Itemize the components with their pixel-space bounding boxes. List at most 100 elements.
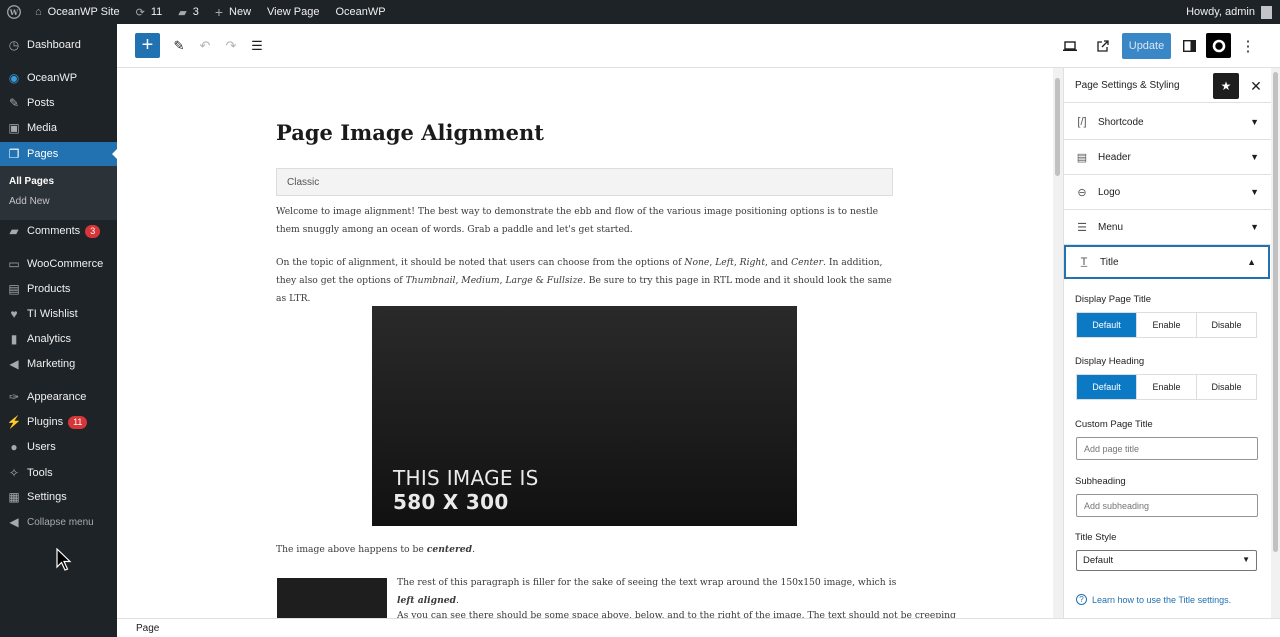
menu-item-plugins[interactable]: ⚡ Plugins 11 [0, 410, 117, 434]
panel-menu[interactable]: ☰ Menu ▼ [1064, 210, 1271, 245]
custom-page-title-input[interactable] [1076, 437, 1258, 460]
new-content-link[interactable]: + New [207, 0, 259, 24]
page-title[interactable]: Page Image Alignment [276, 120, 544, 145]
menu-item-comments[interactable]: ▰ Comments 3 [0, 219, 117, 243]
comment-bubble-icon: ▰ [9, 224, 19, 238]
avatar [1261, 5, 1272, 19]
display-heading-default[interactable]: Default [1077, 375, 1137, 399]
sidebar-icon [1182, 40, 1196, 52]
display-heading-enable[interactable]: Enable [1137, 375, 1197, 399]
menu-item-users[interactable]: ● Users [0, 435, 117, 459]
list-view-icon: ☰ [251, 38, 263, 53]
menu-item-pages[interactable]: ❐ Pages [0, 142, 117, 166]
panel-shortcode[interactable]: [/] Shortcode ▼ [1064, 105, 1271, 140]
wordpress-logo-icon[interactable]: W [0, 0, 27, 24]
breadcrumb[interactable]: Page [136, 623, 159, 634]
pages-icon: ❐ [8, 147, 20, 161]
paintbrush-icon: ✑ [8, 390, 20, 404]
title-help-link[interactable]: ? Learn how to use the Title settings. [1076, 594, 1231, 605]
display-page-title-default[interactable]: Default [1077, 313, 1137, 337]
pin-sidebar-button[interactable]: ★ [1213, 73, 1239, 99]
updates-icon: ⟳ [135, 6, 145, 19]
menu-item-appearance[interactable]: ✑ Appearance [0, 385, 117, 409]
paragraph-centered-note[interactable]: The image above happens to be centered. [276, 541, 896, 559]
menu-item-posts[interactable]: ✎ Posts [0, 91, 117, 115]
settings-sliders-icon: ▦ [8, 490, 20, 504]
paragraph-left-aligned[interactable]: The rest of this paragraph is filler for… [397, 574, 897, 610]
menu-item-products[interactable]: ▤ Products [0, 277, 117, 301]
subheading-input[interactable] [1076, 494, 1258, 517]
display-page-title-toggle: Default Enable Disable [1076, 312, 1257, 338]
submenu-add-new[interactable]: Add New [9, 196, 50, 207]
menu-item-woocommerce[interactable]: ▭ WooCommerce [0, 252, 117, 276]
canvas-scrollbar-thumb[interactable] [1055, 78, 1060, 176]
comments-badge: 3 [85, 224, 101, 238]
document-overview-button[interactable]: ☰ [247, 36, 267, 56]
menu-item-analytics[interactable]: ▮ Analytics [0, 327, 117, 351]
menu-item-media[interactable]: ▣ Media [0, 116, 117, 140]
left-aligned-image[interactable] [277, 578, 387, 618]
sidebar-scrollbar-thumb[interactable] [1273, 72, 1278, 552]
paragraph-spacing-note[interactable]: As you can see there should be some spac… [397, 607, 956, 618]
paragraph-intro[interactable]: Welcome to image alignment! The best way… [276, 203, 896, 239]
title-style-label: Title Style [1075, 532, 1117, 543]
plus-icon: + [141, 34, 154, 56]
menu-item-dashboard[interactable]: ◷ Dashboard [0, 33, 117, 57]
updates-link[interactable]: ⟳ 11 [128, 0, 171, 24]
close-sidebar-button[interactable]: ✕ [1246, 76, 1266, 96]
oceanwp-icon: ◉ [8, 71, 20, 85]
classic-block[interactable]: Classic [276, 168, 893, 196]
editor-canvas[interactable]: Page Image Alignment Classic Welcome to … [117, 68, 1053, 618]
comments-link[interactable]: ▰ 3 [170, 0, 207, 24]
block-breadcrumb-bar: Page [117, 618, 1280, 637]
greeting: Howdy, admin [1186, 6, 1255, 18]
comment-bubble-icon: ▰ [178, 6, 187, 19]
title-style-value: Default [1083, 555, 1114, 566]
menu-label: Settings [27, 491, 67, 503]
menu-item-settings[interactable]: ▦ Settings [0, 485, 117, 509]
dashboard-icon: ◷ [8, 38, 20, 52]
settings-sidebar-toggle[interactable] [1179, 36, 1199, 56]
logo-circle-icon: ⊖ [1077, 186, 1087, 199]
preview-button[interactable] [1060, 36, 1080, 56]
panel-title[interactable]: T̲ Title ▲ [1064, 245, 1270, 279]
display-heading-disable[interactable]: Disable [1197, 375, 1256, 399]
menu-item-marketing[interactable]: ◀ Marketing [0, 352, 117, 376]
menu-item-ti-wishlist[interactable]: ♥ TI Wishlist [0, 302, 117, 326]
editor-toolbar: + ✎ ↶ ↷ ☰ Update ⋮ [117, 24, 1280, 68]
submenu-all-pages[interactable]: All Pages [9, 176, 54, 187]
header-layout-icon: ▤ [1076, 151, 1088, 164]
view-page-link[interactable]: View Page [259, 0, 327, 24]
panel-header[interactable]: ▤ Header ▼ [1064, 140, 1271, 175]
new-label: New [229, 6, 252, 18]
menu-item-tools[interactable]: ✧ Tools [0, 461, 117, 485]
my-account-link[interactable]: Howdy, admin [1178, 0, 1280, 24]
redo-icon: ↷ [225, 38, 237, 53]
paragraph-alignment-options[interactable]: On the topic of alignment, it should be … [276, 254, 896, 308]
display-page-title-enable[interactable]: Enable [1137, 313, 1197, 337]
custom-page-title-label: Custom Page Title [1075, 419, 1153, 430]
menu-item-oceanwp[interactable]: ◉ OceanWP [0, 66, 117, 90]
archive-box-icon: ▤ [8, 282, 20, 296]
block-inserter-button[interactable]: + [135, 33, 160, 58]
chevron-down-icon: ▼ [1250, 117, 1259, 127]
display-heading-toggle: Default Enable Disable [1076, 374, 1257, 400]
panel-logo[interactable]: ⊖ Logo ▼ [1064, 175, 1271, 210]
megaphone-icon: ◀ [9, 357, 19, 371]
title-icon: T̲ [1080, 256, 1088, 268]
bar-chart-icon: ▮ [10, 332, 18, 346]
options-menu-button[interactable]: ⋮ [1238, 36, 1258, 56]
update-button[interactable]: Update [1122, 33, 1171, 59]
oceanwp-link[interactable]: OceanWP [327, 0, 393, 24]
site-name-link[interactable]: ⌂ OceanWP Site [27, 0, 128, 24]
display-page-title-disable[interactable]: Disable [1197, 313, 1256, 337]
view-post-button[interactable] [1093, 36, 1113, 56]
undo-button[interactable]: ↶ [195, 36, 215, 56]
title-style-select[interactable]: Default ▼ [1076, 550, 1257, 571]
oceanwp-settings-button[interactable] [1206, 33, 1231, 58]
redo-button[interactable]: ↷ [221, 36, 241, 56]
tools-button[interactable]: ✎ [169, 36, 189, 56]
menu-label: Pages [27, 148, 59, 160]
collapse-menu-button[interactable]: ◀ Collapse menu [0, 510, 117, 534]
centered-image[interactable]: THIS IMAGE IS 580 X 300 [372, 306, 797, 526]
